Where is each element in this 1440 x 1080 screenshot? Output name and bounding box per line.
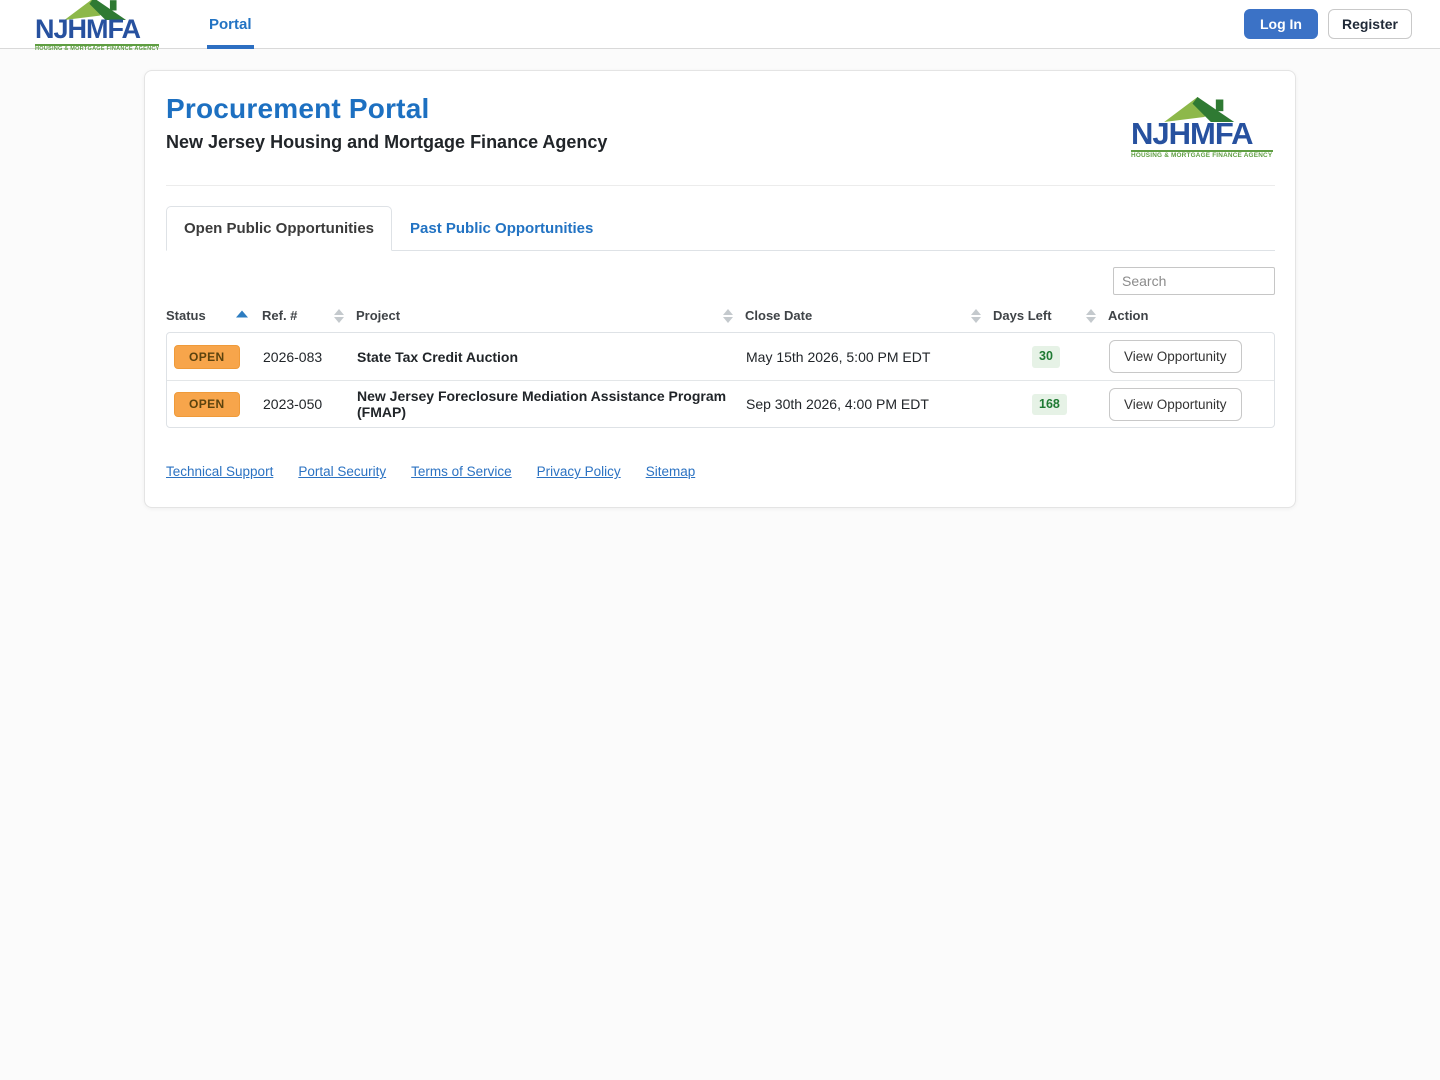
- brand-name: NJHMFA: [1131, 116, 1253, 151]
- close-date-cell: Sep 30th 2026, 4:00 PM EDT: [746, 396, 929, 413]
- tab-past-public-opportunities[interactable]: Past Public Opportunities: [392, 206, 611, 251]
- column-label: Action: [1108, 308, 1149, 324]
- privacy-policy-link[interactable]: Privacy Policy: [537, 464, 621, 479]
- column-header-project[interactable]: Project: [356, 308, 745, 323]
- action-cell: View Opportunity: [1109, 340, 1274, 374]
- portal-security-link[interactable]: Portal Security: [298, 464, 386, 479]
- terms-of-service-link[interactable]: Terms of Service: [411, 464, 512, 479]
- brand-tagline: HOUSING & MORTGAGE FINANCE AGENCY: [1131, 150, 1273, 159]
- technical-support-link[interactable]: Technical Support: [166, 464, 273, 479]
- table-row: OPEN 2026-083 State Tax Credit Auction M…: [167, 333, 1274, 381]
- view-opportunity-button[interactable]: View Opportunity: [1109, 387, 1242, 421]
- sitemap-link[interactable]: Sitemap: [646, 464, 696, 479]
- login-button[interactable]: Log In: [1243, 9, 1318, 39]
- ref-cell: 2026-083: [263, 348, 323, 365]
- top-navbar: NJHMFA HOUSING & MORTGAGE FINANCE AGENCY…: [0, 0, 1440, 52]
- table-row: OPEN 2023-050 New Jersey Foreclosure Med…: [167, 380, 1274, 428]
- column-label: Project: [356, 308, 401, 324]
- days-left-cell: 30: [994, 346, 1109, 368]
- column-label: Status: [166, 308, 206, 324]
- column-label: Close Date: [745, 308, 813, 324]
- tab-open-public-opportunities[interactable]: Open Public Opportunities: [166, 206, 393, 252]
- nav-item-portal[interactable]: Portal: [207, 0, 254, 49]
- column-label: Days Left: [993, 308, 1052, 324]
- column-header-ref[interactable]: Ref. #: [262, 308, 356, 323]
- days-left-badge: 30: [1032, 346, 1060, 368]
- card-titles: Procurement Portal New Jersey Housing an…: [166, 93, 607, 153]
- project-cell: New Jersey Foreclosure Mediation Assista…: [357, 388, 727, 421]
- register-button[interactable]: Register: [1327, 9, 1412, 39]
- sort-both-icon: [334, 308, 344, 323]
- column-label: Ref. #: [262, 308, 298, 324]
- brand-tagline: HOUSING & MORTGAGE FINANCE AGENCY: [35, 43, 160, 52]
- column-header-days-left[interactable]: Days Left: [993, 308, 1108, 323]
- card-header: Procurement Portal New Jersey Housing an…: [166, 93, 1275, 159]
- sort-both-icon: [723, 308, 733, 323]
- page-subtitle: New Jersey Housing and Mortgage Finance …: [166, 132, 608, 152]
- header-divider: [166, 185, 1275, 187]
- status-badge: OPEN: [174, 392, 240, 417]
- status-cell: OPEN: [167, 344, 263, 370]
- sort-ascending-icon: [236, 310, 248, 318]
- status-badge: OPEN: [174, 344, 240, 370]
- opportunity-tabs: Open Public Opportunities Past Public Op…: [166, 206, 1275, 252]
- procurement-portal-card: Procurement Portal New Jersey Housing an…: [144, 70, 1296, 509]
- column-header-action: Action: [1108, 308, 1275, 323]
- opportunities-table: OPEN 2026-083 State Tax Credit Auction M…: [166, 332, 1275, 429]
- view-opportunity-button[interactable]: View Opportunity: [1109, 340, 1242, 374]
- column-header-close-date[interactable]: Close Date: [745, 308, 993, 323]
- project-cell: State Tax Credit Auction: [357, 348, 519, 365]
- sort-both-icon: [1086, 308, 1096, 323]
- brand-name: NJHMFA: [35, 13, 141, 44]
- page-title: Procurement Portal: [166, 93, 430, 124]
- nav-links: Portal: [207, 0, 254, 49]
- njhmfa-logo[interactable]: NJHMFA HOUSING & MORTGAGE FINANCE AGENCY: [35, 0, 159, 52]
- ref-cell: 2023-050: [263, 396, 323, 413]
- column-header-status[interactable]: Status: [166, 308, 262, 323]
- search-row: [166, 267, 1275, 296]
- nav-actions: Log In Register: [1243, 9, 1412, 39]
- days-left-badge: 168: [1032, 393, 1067, 416]
- sort-both-icon: [971, 308, 981, 323]
- table-header-row: Status Ref. # Project Close Date Days Le…: [166, 308, 1275, 332]
- njhmfa-logo-card: NJHMFA HOUSING & MORTGAGE FINANCE AGENCY: [1131, 97, 1273, 159]
- search-input[interactable]: [1113, 267, 1275, 296]
- status-cell: OPEN: [167, 392, 263, 417]
- days-left-cell: 168: [994, 393, 1109, 416]
- action-cell: View Opportunity: [1109, 387, 1274, 421]
- close-date-cell: May 15th 2026, 5:00 PM EDT: [746, 348, 931, 365]
- card-footer-links: Technical Support Portal Security Terms …: [166, 464, 1275, 479]
